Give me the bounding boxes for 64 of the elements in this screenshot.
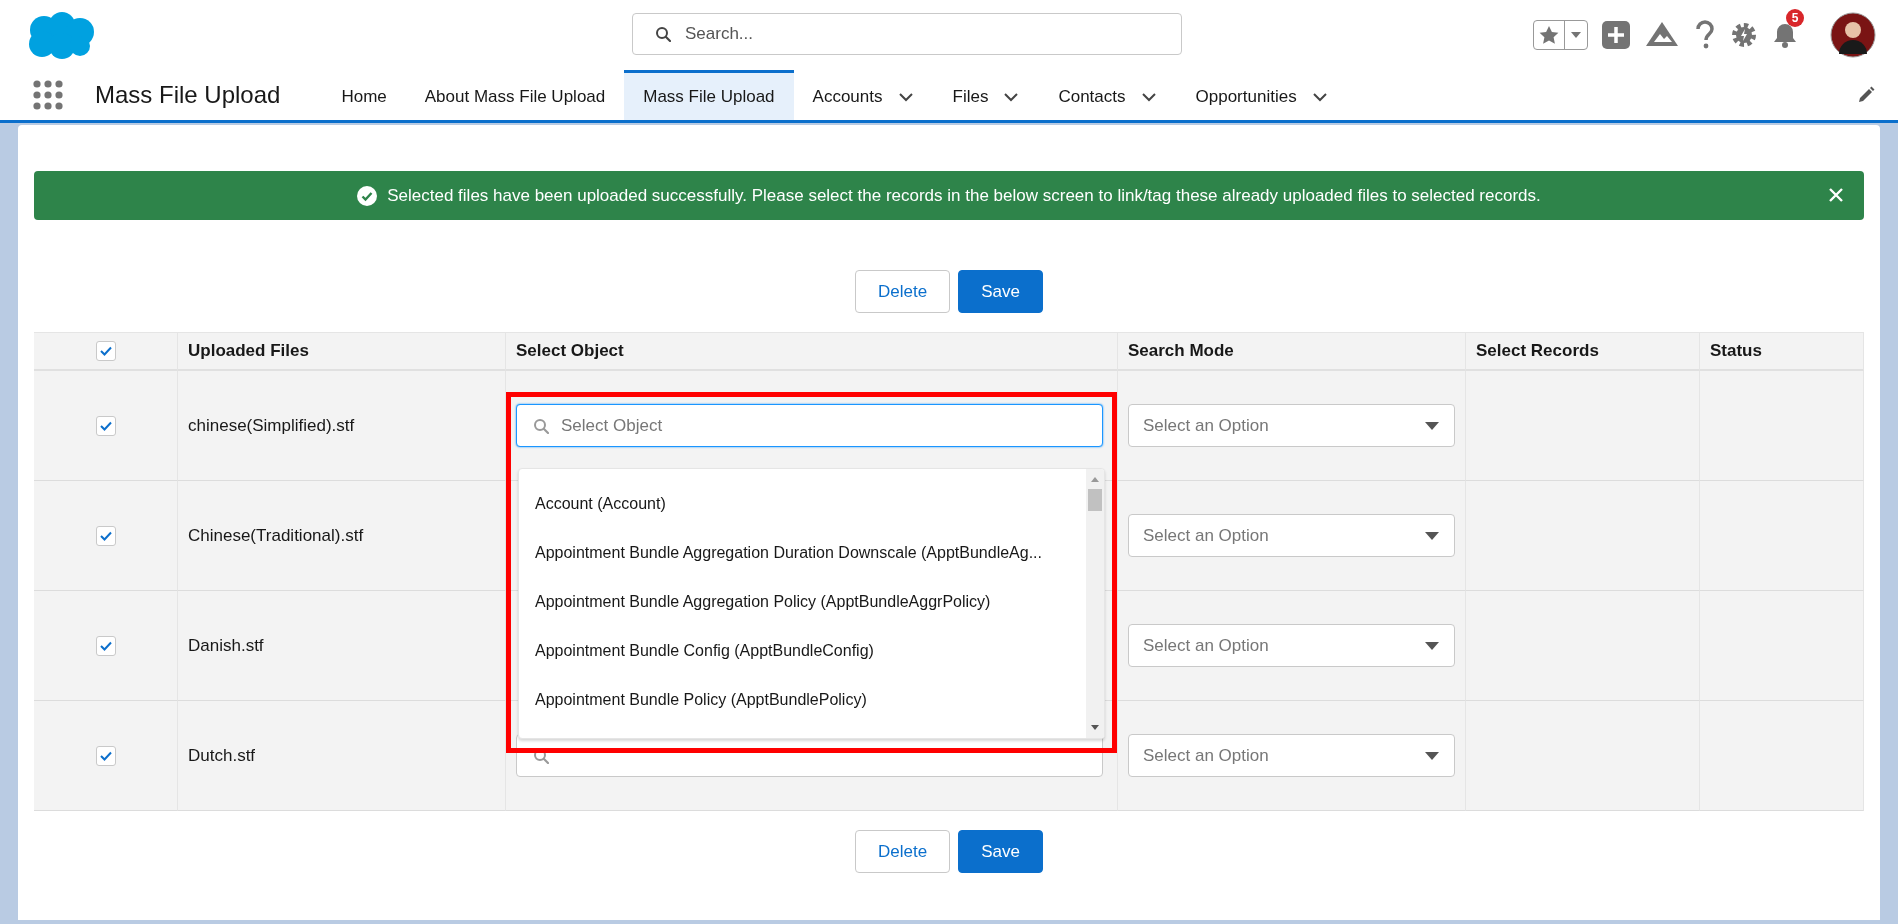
nav-tab[interactable]: Mass File Upload bbox=[624, 70, 794, 120]
nav-tab[interactable]: About Mass File Upload bbox=[405, 70, 625, 120]
delete-button[interactable]: Delete bbox=[855, 830, 951, 873]
avatar[interactable] bbox=[1830, 12, 1876, 58]
dropdown-option[interactable]: Appointment Bundle Config (ApptBundleConfig) bbox=[519, 626, 1086, 675]
search-mode-select[interactable]: Select an Option bbox=[1128, 624, 1455, 667]
column-header: Select Object bbox=[516, 341, 624, 361]
checkbox[interactable] bbox=[95, 415, 116, 436]
dropdown-option[interactable]: Appointment Bundle Policy (ApptBundlePolicy) bbox=[519, 675, 1086, 724]
file-name: Dutch.stf bbox=[188, 745, 256, 766]
search-mode-select[interactable]: Select an Option bbox=[1128, 734, 1455, 777]
nav-tab[interactable]: Opportunities bbox=[1176, 70, 1348, 120]
column-header: Select Records bbox=[1476, 341, 1599, 361]
save-button[interactable]: Save bbox=[958, 830, 1043, 873]
success-icon bbox=[357, 185, 378, 206]
file-name: Danish.stf bbox=[188, 635, 264, 656]
dropdown-option[interactable]: Appointment Bundle Aggregation Duration Downscale (ApptBundleAg... bbox=[519, 528, 1086, 577]
app-launcher-icon[interactable] bbox=[33, 80, 63, 110]
plus-icon[interactable] bbox=[1602, 21, 1630, 49]
caret-down-icon bbox=[1424, 530, 1440, 541]
file-name: chinese(Simplified).stf bbox=[188, 415, 355, 436]
search-mode-select[interactable]: Select an Option bbox=[1128, 404, 1455, 447]
search-field[interactable]: Search... bbox=[632, 13, 1182, 55]
scrollbar[interactable] bbox=[1086, 469, 1104, 738]
file-name: Chinese(Traditional).stf bbox=[188, 525, 364, 546]
settings-icon[interactable] bbox=[1730, 21, 1758, 49]
scroll-down-icon[interactable] bbox=[1090, 724, 1100, 732]
dropdown-option[interactable]: Account (Account) bbox=[519, 479, 1086, 528]
column-header: Search Mode bbox=[1128, 341, 1234, 361]
object-search-field[interactable]: Select Object bbox=[516, 404, 1103, 447]
checkbox[interactable] bbox=[95, 745, 116, 766]
save-button[interactable]: Save bbox=[958, 270, 1043, 313]
nav-tab[interactable]: Home bbox=[322, 70, 406, 120]
nav-tab[interactable]: Contacts bbox=[1039, 70, 1177, 120]
notification-icon[interactable] bbox=[1772, 21, 1798, 49]
close-icon[interactable] bbox=[1828, 187, 1844, 203]
column-header: Uploaded Files bbox=[188, 341, 309, 361]
caret-down-icon bbox=[1424, 420, 1440, 431]
edit-icon[interactable] bbox=[1856, 85, 1876, 105]
scrollbar-thumb[interactable] bbox=[1088, 489, 1102, 511]
checkbox[interactable] bbox=[95, 635, 116, 656]
nav-tab[interactable]: Files bbox=[933, 70, 1040, 120]
checkbox[interactable] bbox=[95, 525, 116, 546]
checkmark-icon bbox=[99, 420, 112, 431]
notification-count: 5 bbox=[1786, 9, 1804, 27]
app-title: Mass File Upload bbox=[95, 81, 281, 109]
checkmark-icon bbox=[99, 750, 112, 761]
search-mode-select[interactable]: Select an Option bbox=[1128, 514, 1455, 557]
column-header: Status bbox=[1710, 341, 1762, 361]
search-icon bbox=[533, 417, 549, 434]
search-icon bbox=[655, 26, 671, 42]
help-icon[interactable] bbox=[1694, 20, 1716, 50]
dropdown-option[interactable]: Appointment Bundle Aggregation Policy (ApptBundleAggrPolicy) bbox=[519, 577, 1086, 626]
caret-down-icon bbox=[1424, 750, 1440, 761]
success-message: Selected files have been uploaded successfully. Please select the records in the below screen to link/tag these already uploaded files to selected records. bbox=[387, 185, 1541, 206]
nav-tab[interactable]: Accounts bbox=[793, 70, 934, 120]
checkmark-icon bbox=[99, 640, 112, 651]
checkmark-icon bbox=[99, 530, 112, 541]
caret-down-icon bbox=[1424, 640, 1440, 651]
checkbox[interactable] bbox=[95, 341, 116, 361]
caret-icon bbox=[1571, 32, 1581, 38]
checkmark-icon bbox=[99, 346, 112, 356]
favorites-button[interactable] bbox=[1533, 20, 1588, 50]
delete-button[interactable]: Delete bbox=[855, 270, 951, 313]
